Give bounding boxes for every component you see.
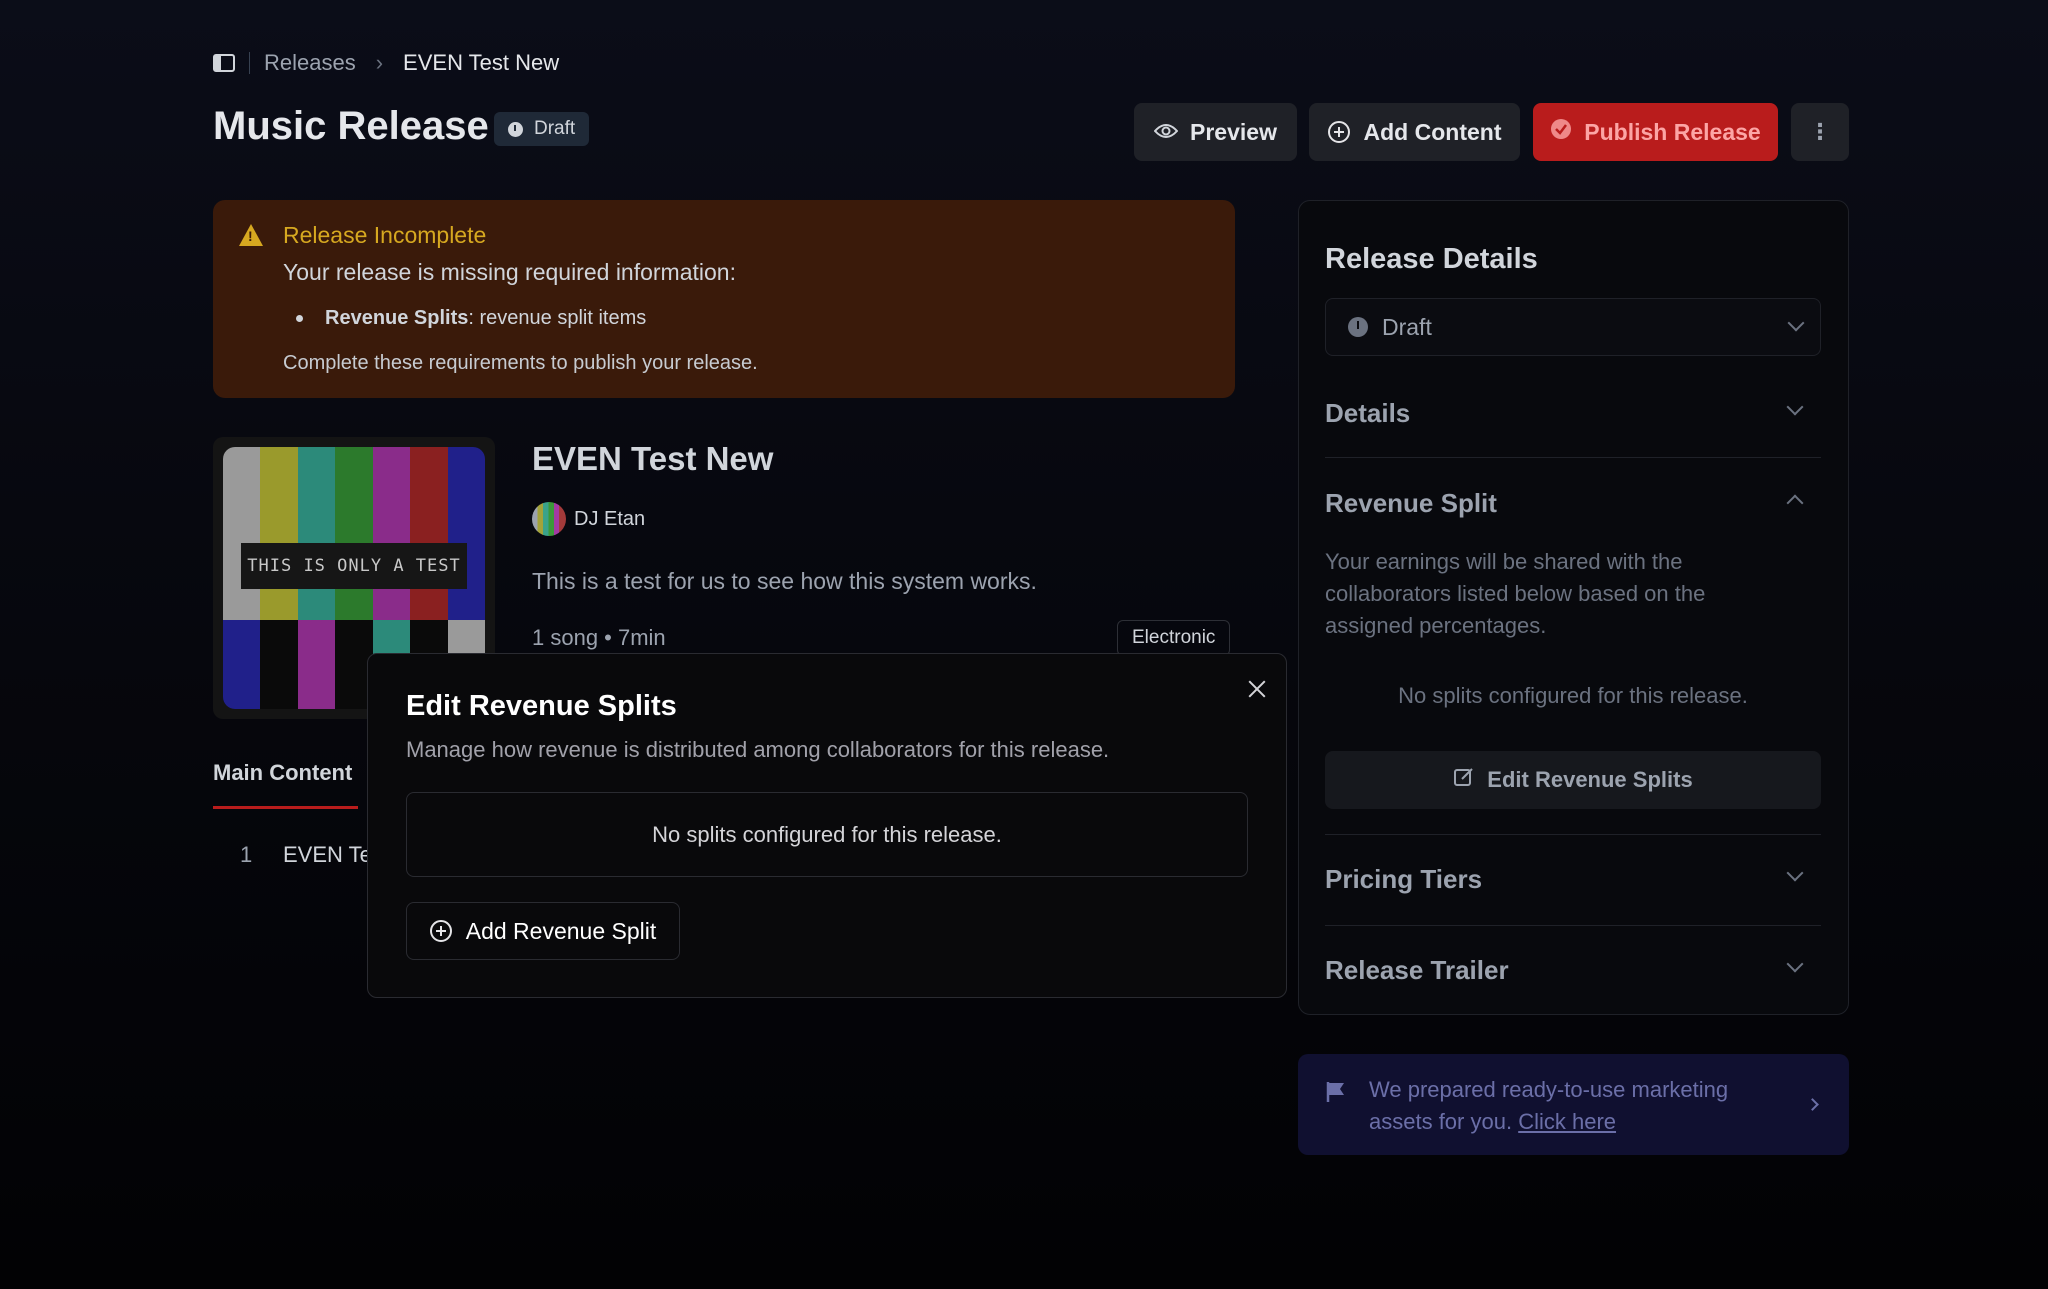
release-incomplete-alert: Release Incomplete Your release is missi… [213,200,1235,398]
more-vertical-icon: ⋮ [1809,119,1831,144]
edit-revenue-splits-button[interactable]: Edit Revenue Splits [1325,751,1821,809]
chevron-down-icon[interactable] [1786,955,1804,973]
release-description: This is a test for us to see how this sy… [532,568,1037,594]
add-content-label: Add Content [1363,118,1502,145]
preview-button[interactable]: Preview [1134,103,1297,161]
megaphone-icon [1326,1080,1348,1104]
section-revenue-split[interactable]: Revenue Split [1325,488,1497,519]
warning-icon [239,224,263,246]
marketing-assets-banner[interactable]: We prepared ready-to-use marketing asset… [1298,1054,1849,1155]
breadcrumb-releases-link[interactable]: Releases [264,50,356,76]
status-select-value: Draft [1382,313,1432,340]
add-content-button[interactable]: Add Content [1309,103,1520,161]
edit-revenue-splits-dialog: Edit Revenue Splits Manage how revenue i… [367,653,1287,998]
revenue-split-empty: No splits configured for this release. [1398,683,1748,708]
tab-active-indicator [213,806,358,809]
divider [1325,834,1821,835]
chevron-right-icon: › [375,50,384,75]
close-icon[interactable] [1244,676,1270,702]
alert-message: Your release is missing required informa… [283,259,736,285]
divider [1325,925,1821,926]
app-root: Releases › EVEN Test New Music Release D… [0,0,2048,1289]
cover-text: THIS IS ONLY A TEST [241,543,467,589]
more-options-button[interactable]: ⋮ [1791,103,1849,161]
revenue-split-description: Your earnings will be shared with the co… [1325,549,1706,638]
tab-main-content[interactable]: Main Content [213,760,352,786]
page-title: Music Release [213,104,489,148]
publish-release-button[interactable]: Publish Release [1533,103,1778,161]
divider [1325,457,1821,458]
dialog-description: Manage how revenue is distributed among … [406,737,1110,762]
sidebar-toggle-icon[interactable] [213,54,235,72]
artist-name: DJ Etan [574,507,646,530]
clock-icon [1348,317,1368,337]
track-number: 1 [240,842,253,867]
marketing-link[interactable]: Click here [1518,1109,1616,1134]
preview-label: Preview [1190,118,1277,145]
color-bars [223,447,485,620]
add-revenue-split-button[interactable]: Add Revenue Split [406,902,680,960]
edit-icon [1453,766,1475,794]
breadcrumb: Releases › EVEN Test New [213,46,559,80]
status-badge-label: Draft [534,118,576,139]
avatar [532,502,566,536]
breadcrumb-current: EVEN Test New [403,50,560,75]
check-circle-icon [1550,118,1572,146]
requirement-text: : revenue split items [468,307,647,329]
marketing-text: We prepared ready-to-use marketing asset… [1369,1074,1789,1138]
alert-footer: Complete these requirements to publish y… [283,352,758,374]
bullet-icon [296,315,303,322]
artist[interactable]: DJ Etan [532,502,645,536]
publish-release-label: Publish Release [1584,118,1761,145]
chevron-down-icon [1787,314,1805,332]
breadcrumb-divider [249,52,250,74]
plus-circle-icon [429,920,452,942]
genre-badge: Electronic [1117,620,1231,656]
chevron-down-icon[interactable] [1786,398,1804,416]
dialog-title: Edit Revenue Splits [406,690,677,722]
edit-revenue-splits-label: Edit Revenue Splits [1487,767,1693,792]
chevron-up-icon[interactable] [1786,494,1804,512]
section-release-trailer[interactable]: Release Trailer [1325,955,1509,986]
splits-empty-state: No splits configured for this release. [406,792,1248,877]
chevron-right-icon [1806,1098,1819,1111]
plus-circle-icon [1327,121,1350,143]
release-details-panel: Release Details Draft Details Revenue Sp… [1298,200,1849,1015]
release-meta: 1 song • 7min [532,625,666,650]
requirement-label: Revenue Splits [325,307,469,329]
section-pricing-tiers[interactable]: Pricing Tiers [1325,864,1482,895]
release-name: EVEN Test New [532,440,774,477]
track-name[interactable]: EVEN Te [283,842,372,868]
eye-icon [1153,119,1179,145]
alert-title: Release Incomplete [283,222,487,248]
status-badge: Draft [494,112,590,146]
alert-requirement-item: Revenue Splits : revenue split items [296,307,646,330]
chevron-down-icon[interactable] [1786,864,1804,882]
clock-icon [508,122,523,137]
panel-title: Release Details [1325,243,1538,275]
status-select[interactable]: Draft [1325,298,1821,356]
section-details[interactable]: Details [1325,398,1410,429]
add-revenue-split-label: Add Revenue Split [465,917,657,944]
